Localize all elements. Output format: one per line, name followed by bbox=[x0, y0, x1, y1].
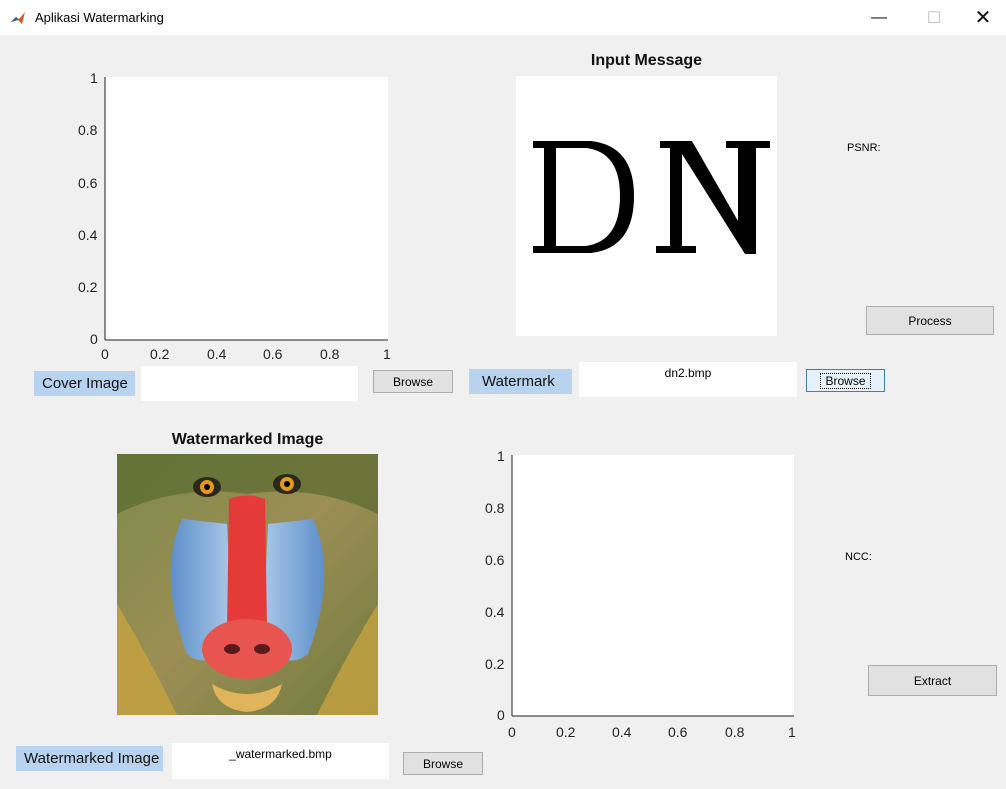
watermarked-image-field[interactable]: _watermarked.bmp bbox=[172, 743, 389, 779]
y-tick: 0 bbox=[497, 707, 505, 723]
x-tick: 0 bbox=[508, 724, 516, 740]
y-tick: 0.4 bbox=[485, 604, 505, 620]
x-tick: 0.6 bbox=[668, 724, 688, 740]
y-tick: 1 bbox=[497, 448, 505, 464]
y-tick: 0.8 bbox=[485, 500, 505, 516]
x-tick: 0.8 bbox=[725, 724, 745, 740]
watermarked-browse-button[interactable]: Browse bbox=[403, 752, 483, 775]
watermarked-image-label: Watermarked Image bbox=[16, 746, 163, 771]
y-tick: 0.6 bbox=[485, 552, 505, 568]
x-tick: 0.4 bbox=[612, 724, 632, 740]
x-tick: 1 bbox=[788, 724, 796, 740]
x-tick: 0.2 bbox=[556, 724, 576, 740]
y-tick: 0.2 bbox=[485, 656, 505, 672]
